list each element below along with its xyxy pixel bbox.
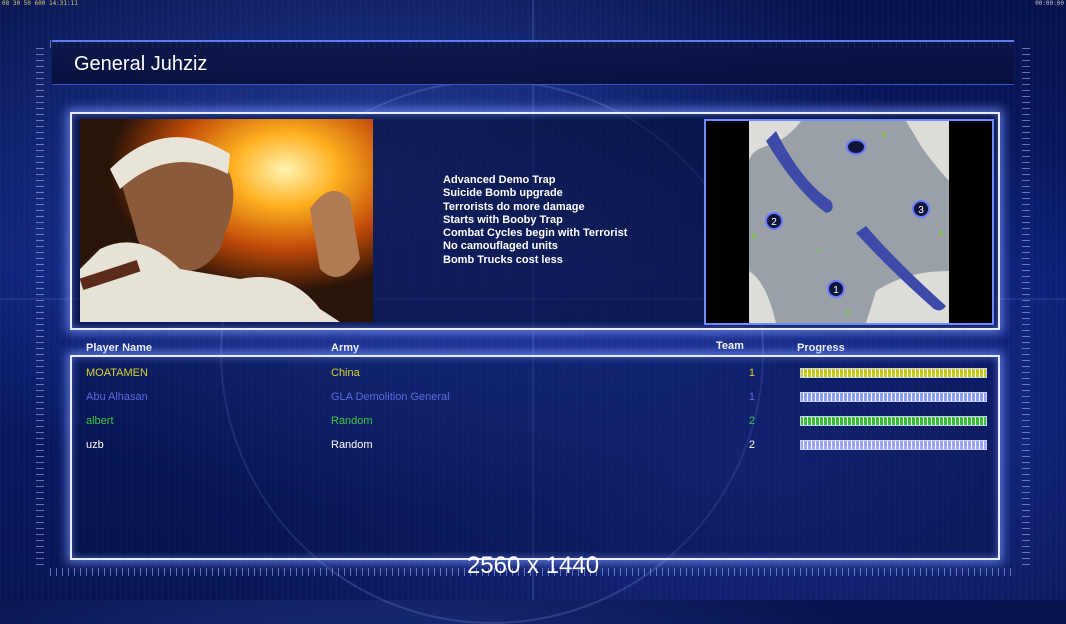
ruler-left [36, 48, 44, 568]
hud-debug-stats: 08 30 50 600 14:31:11 [2, 0, 78, 7]
player-team: 1 [748, 391, 755, 403]
ruler-right [1022, 48, 1030, 568]
player-row: uzb Random 2 [72, 435, 994, 455]
map-preview: 1 2 3 [704, 119, 994, 325]
general-portrait-image [80, 119, 373, 322]
ability-line: No camouflaged units [443, 240, 558, 253]
player-name: MOATAMEN [86, 367, 148, 379]
general-abilities-list: Advanced Demo Trap Suicide Bomb upgrade … [443, 174, 703, 267]
title-bar: General Juhziz [52, 40, 1014, 85]
map-preview-image: 1 2 3 [706, 121, 992, 323]
player-team: 2 [748, 439, 755, 451]
resolution-label: 2560 x 1440 [466, 552, 600, 579]
ability-line: Suicide Bomb upgrade [443, 187, 563, 200]
player-row: albert Random 2 [72, 411, 994, 431]
start-position-2: 2 [771, 217, 777, 228]
player-progress-bar [800, 392, 987, 402]
hud-timer: 00:00:00 [1035, 0, 1064, 7]
general-portrait [80, 119, 373, 322]
player-progress-bar [800, 440, 987, 450]
player-army: Random [331, 415, 373, 427]
player-name: Abu Alhasan [86, 391, 148, 403]
player-name: albert [86, 415, 114, 427]
players-table: MOATAMEN China 1 Abu Alhasan GLA Demolit… [70, 355, 1000, 560]
player-team: 1 [748, 367, 755, 379]
player-row: Abu Alhasan GLA Demolition General 1 [72, 387, 994, 407]
start-position-1: 1 [833, 285, 839, 296]
player-army: China [331, 367, 360, 379]
player-team: 2 [748, 415, 755, 427]
column-header-team: Team [716, 340, 744, 352]
column-header-progress: Progress [797, 342, 845, 354]
ability-line: Bomb Trucks cost less [443, 253, 563, 266]
general-title: General Juhziz [74, 53, 208, 75]
player-progress-bar [800, 416, 987, 426]
start-position-3: 3 [918, 205, 924, 216]
column-header-player-name: Player Name [86, 342, 153, 354]
ability-line: Advanced Demo Trap [443, 174, 556, 186]
ability-line: Combat Cycles begin with Terrorist [443, 227, 628, 240]
column-header-army: Army [331, 342, 360, 354]
ability-line: Terrorists do more damage [443, 200, 585, 213]
player-row: MOATAMEN China 1 [72, 363, 994, 383]
player-name: uzb [86, 439, 104, 451]
general-info-panel: Advanced Demo Trap Suicide Bomb upgrade … [70, 112, 1000, 330]
ability-line: Starts with Booby Trap [443, 213, 563, 226]
player-progress-bar [800, 368, 987, 378]
player-army: GLA Demolition General [331, 391, 450, 403]
player-army: Random [331, 439, 373, 451]
